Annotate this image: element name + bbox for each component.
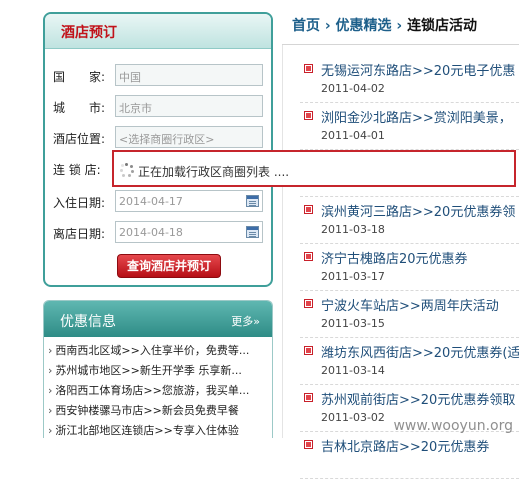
article-date: 2011-03-14 xyxy=(321,364,385,377)
article-date: 2011-03-18 xyxy=(321,223,385,236)
arrow-right-icon: › xyxy=(48,344,53,357)
bullet-icon xyxy=(304,64,313,73)
calendar-icon[interactable] xyxy=(246,226,259,238)
bullet-icon xyxy=(304,299,313,308)
article-title-link[interactable]: 滨州黄河三路店>>20元优惠券领 xyxy=(321,201,519,220)
list-item[interactable]: › 浙江北部地区连锁店>>专享入住体验 xyxy=(48,421,272,438)
checkout-date-field[interactable]: 2014-04-18 xyxy=(115,221,263,243)
article-date: 2011-04-02 xyxy=(321,82,385,95)
promo-item-text: 浙江北部地区连锁店>>专享入住体验 xyxy=(55,424,239,437)
list-item[interactable]: › 苏州城市地区>>新生开学季 乐享新... xyxy=(48,361,272,381)
promo-item-text: 苏州城市地区>>新生开学季 乐享新... xyxy=(55,364,242,377)
article-title-link[interactable]: 苏州观前街店>>20元优惠券领取 xyxy=(321,389,519,408)
article-list: 无锡运河东路店>>20元电子优惠 2011-04-02 浏阳金沙北路店>>赏浏阳… xyxy=(300,56,519,479)
breadcrumb: 首页 › 优惠精选 › 连锁店活动 xyxy=(292,15,477,35)
checkin-date-value: 2014-04-17 xyxy=(119,195,183,208)
arrow-right-icon: › xyxy=(48,364,53,377)
promo-item-text: 西安钟楼骡马市店>>新会员免费早餐 xyxy=(55,404,239,417)
search-hotel-button[interactable]: 查询酒店并预订 xyxy=(117,254,221,278)
city-label: 城 市: xyxy=(53,101,106,115)
arrow-right-icon: › xyxy=(48,404,53,417)
list-item[interactable]: 无锡运河东路店>>20元电子优惠 2011-04-02 xyxy=(300,56,519,103)
checkout-date-value: 2014-04-18 xyxy=(119,226,183,239)
list-item[interactable]: 吉林北京路店>>20元优惠券 xyxy=(300,432,519,479)
list-item[interactable]: 济宁古槐路店20元优惠券 2011-03-17 xyxy=(300,244,519,291)
breadcrumb-home-link[interactable]: 首页 xyxy=(292,18,320,34)
article-title-link[interactable]: 无锡运河东路店>>20元电子优惠 xyxy=(321,60,519,79)
booking-panel-header: 酒店预订 xyxy=(45,14,271,49)
list-item[interactable]: 宁波火车站店>>两周年庆活动 2011-03-15 xyxy=(300,291,519,338)
article-title-link[interactable]: 潍坊东风西街店>>20元优惠券(适 xyxy=(321,342,519,361)
promo-info-panel: 优惠信息 更多» › 西南西北区域>>入住享半价，免费等... › 苏州城市地区>>… xyxy=(43,300,273,438)
bullet-icon xyxy=(304,346,313,355)
breadcrumb-separator: › xyxy=(391,18,408,34)
bullet-icon xyxy=(304,440,313,449)
promo-item-text: 洛阳西工体育场店>>您旅游，我买单... xyxy=(55,384,250,397)
calendar-icon[interactable] xyxy=(246,195,259,207)
checkout-row: 离店日期: 2014-04-18 xyxy=(53,221,268,245)
arrow-right-icon: › xyxy=(48,424,53,437)
bullet-icon xyxy=(304,111,313,120)
promo-panel-title: 优惠信息 xyxy=(60,314,116,330)
article-title-link[interactable]: 济宁古槐路店20元优惠券 xyxy=(321,248,519,267)
loading-spinner-icon xyxy=(120,163,134,177)
location-row: 酒店位置: <选择商圈行政区> xyxy=(53,126,268,150)
booking-panel-title: 酒店预订 xyxy=(61,25,117,41)
chain-store-label: 连 锁 店: xyxy=(53,163,101,177)
article-date: 2011-04-01 xyxy=(321,129,385,142)
article-title-link[interactable]: 宁波火车站店>>两周年庆活动 xyxy=(321,295,519,314)
list-item[interactable]: › 西南西北区域>>入住享半价，免费等... xyxy=(48,341,272,361)
checkin-row: 入住日期: 2014-04-17 xyxy=(53,190,268,214)
article-date: 2011-03-17 xyxy=(321,270,385,283)
arrow-right-icon: › xyxy=(48,384,53,397)
watermark: www.wooyun.org xyxy=(393,418,513,434)
promo-list: › 西南西北区域>>入住享半价，免费等... › 苏州城市地区>>新生开学季 乐享新… xyxy=(44,337,272,438)
column-divider xyxy=(282,44,283,438)
bullet-icon xyxy=(304,252,313,261)
header-divider xyxy=(282,44,519,45)
list-item[interactable]: 潍坊东风西街店>>20元优惠券(适 2011-03-14 xyxy=(300,338,519,385)
list-item[interactable]: 浏阳金沙北路店>>赏浏阳美景， 2011-04-01 xyxy=(300,103,519,150)
city-row: 城 市: 北京市 xyxy=(53,95,268,119)
promo-item-text: 西南西北区域>>入住享半价，免费等... xyxy=(55,344,250,357)
article-date: 2011-03-02 xyxy=(321,411,385,424)
loading-text: 正在加载行政区商圈列表 .... xyxy=(138,165,290,179)
country-label: 国 家: xyxy=(53,70,106,84)
article-date: 2011-03-15 xyxy=(321,317,385,330)
country-field[interactable]: 中国 xyxy=(115,64,263,86)
article-title-link[interactable]: 吉林北京路店>>20元优惠券 xyxy=(321,436,519,455)
checkout-label: 离店日期: xyxy=(53,227,106,241)
breadcrumb-section-link[interactable]: 优惠精选 xyxy=(336,18,392,34)
bullet-icon xyxy=(304,205,313,214)
list-item[interactable]: › 西安钟楼骡马市店>>新会员免费早餐 xyxy=(48,401,272,421)
checkin-label: 入住日期: xyxy=(53,196,106,210)
loading-popup: 正在加载行政区商圈列表 .... xyxy=(112,150,516,187)
breadcrumb-current: 连锁店活动 xyxy=(407,18,478,34)
list-item[interactable]: 滨州黄河三路店>>20元优惠券领 2011-03-18 xyxy=(300,197,519,244)
promo-more-link[interactable]: 更多» xyxy=(231,313,260,329)
country-row: 国 家: 中国 xyxy=(53,64,268,88)
list-item[interactable]: › 洛阳西工体育场店>>您旅游，我买单... xyxy=(48,381,272,401)
city-field[interactable]: 北京市 xyxy=(115,95,263,117)
breadcrumb-separator: › xyxy=(320,18,336,34)
promo-panel-header: 优惠信息 更多» xyxy=(44,301,272,337)
checkin-date-field[interactable]: 2014-04-17 xyxy=(115,190,263,212)
location-select[interactable]: <选择商圈行政区> xyxy=(115,126,263,148)
article-title-link[interactable]: 浏阳金沙北路店>>赏浏阳美景， xyxy=(321,107,519,126)
location-label: 酒店位置: xyxy=(53,132,106,146)
bullet-icon xyxy=(304,393,313,402)
